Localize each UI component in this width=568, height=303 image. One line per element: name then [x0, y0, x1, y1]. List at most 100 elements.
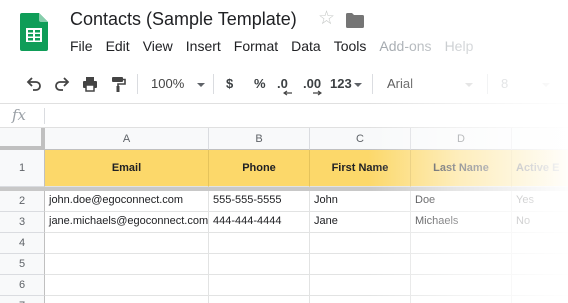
table-cell[interactable]: jane.michaels@egoconnect.com [45, 212, 209, 233]
table-cell[interactable] [310, 254, 411, 275]
table-cell[interactable] [411, 254, 512, 275]
header-cell-phone[interactable]: Phone [209, 150, 310, 187]
header-cell-last-name[interactable]: Last Name [411, 150, 512, 187]
table-cell[interactable] [45, 275, 209, 296]
row-header-6[interactable]: 6 [0, 275, 45, 296]
menu-file[interactable]: File [70, 38, 93, 54]
paint-format-button[interactable] [108, 74, 128, 94]
row-header-2[interactable]: 2 [0, 191, 45, 212]
chevron-down-icon [542, 82, 551, 87]
fx-icon: fx [12, 106, 27, 124]
row-header-7[interactable]: 7 [0, 296, 45, 303]
increase-decimals-button[interactable]: .00 [303, 74, 322, 96]
menu-addons[interactable]: Add-ons [379, 38, 431, 54]
sheets-logo-icon[interactable] [20, 13, 48, 51]
menu-edit[interactable]: Edit [106, 38, 130, 54]
zoom-select[interactable]: 100% [151, 74, 206, 94]
more-formats-label: 123 [330, 76, 352, 91]
font-value: Arial [387, 76, 414, 91]
star-icon[interactable]: ☆ [318, 9, 335, 28]
formula-bar: fx [0, 104, 568, 128]
table-cell[interactable]: John [310, 191, 411, 212]
more-formats-button[interactable]: 123 [330, 74, 362, 94]
table-cell[interactable]: Jane [310, 212, 411, 233]
select-all-corner[interactable] [0, 128, 45, 150]
formula-input[interactable] [52, 107, 552, 125]
undo-button[interactable] [24, 74, 44, 94]
header-cell-active[interactable]: Active E [512, 150, 568, 187]
document-title[interactable]: Contacts (Sample Template) [70, 9, 297, 30]
row-header-4[interactable]: 4 [0, 233, 45, 254]
table-cell[interactable] [310, 296, 411, 303]
table-cell[interactable] [45, 254, 209, 275]
decrease-decimals-button[interactable]: .0 [277, 74, 292, 96]
toolbar: 100% $ % .0 .00 123 Arial 8 [0, 64, 568, 104]
table-cell[interactable] [310, 233, 411, 254]
row-header-1[interactable]: 1 [0, 150, 45, 187]
undo-icon [26, 77, 41, 91]
table-cell[interactable] [45, 296, 209, 303]
chevron-down-icon [353, 82, 362, 87]
currency-format-button[interactable]: $ [226, 74, 233, 94]
column-header-c[interactable]: C [310, 128, 411, 150]
redo-icon [55, 77, 70, 91]
toolbar-divider [487, 74, 488, 94]
table-cell[interactable] [411, 233, 512, 254]
table-cell[interactable] [512, 296, 568, 303]
app-header: Contacts (Sample Template) ☆ File Edit V… [0, 0, 568, 64]
table-cell[interactable]: Yes [512, 191, 568, 212]
table-cell[interactable] [45, 233, 209, 254]
column-header-a[interactable]: A [45, 128, 209, 150]
row-header-3[interactable]: 3 [0, 212, 45, 233]
table-cell[interactable] [512, 233, 568, 254]
table-cell[interactable]: 555-555-5555 [209, 191, 310, 212]
table-cell[interactable] [209, 233, 310, 254]
increase-decimals-label: .00 [303, 76, 322, 91]
percent-format-button[interactable]: % [254, 74, 266, 94]
column-header-e[interactable] [512, 128, 568, 150]
table-cell[interactable]: Doe [411, 191, 512, 212]
toolbar-divider [137, 74, 138, 94]
toolbar-divider [213, 74, 214, 94]
header-cell-email[interactable]: Email [45, 150, 209, 187]
menu-format[interactable]: Format [234, 38, 278, 54]
chevron-down-icon [465, 82, 474, 87]
table-cell[interactable]: Michaels [411, 212, 512, 233]
table-cell[interactable]: john.doe@egoconnect.com [45, 191, 209, 212]
print-icon [83, 77, 97, 92]
row-header-5[interactable]: 5 [0, 254, 45, 275]
table-cell[interactable] [209, 254, 310, 275]
menu-data[interactable]: Data [291, 38, 321, 54]
table-cell[interactable] [209, 275, 310, 296]
chevron-down-icon [197, 82, 206, 87]
table-cell[interactable]: 444-444-4444 [209, 212, 310, 233]
decrease-decimals-label: .0 [277, 76, 288, 91]
table-cell[interactable] [512, 254, 568, 275]
header-cell-first-name[interactable]: First Name [310, 150, 411, 187]
zoom-value: 100% [151, 76, 185, 91]
font-size-value: 8 [501, 76, 509, 91]
font-select[interactable]: Arial [387, 74, 474, 94]
print-button[interactable] [80, 74, 100, 94]
column-header-b[interactable]: B [209, 128, 310, 150]
menu-view[interactable]: View [143, 38, 173, 54]
table-cell[interactable] [310, 275, 411, 296]
table-cell[interactable] [512, 275, 568, 296]
folder-icon[interactable] [346, 13, 364, 28]
formula-divider [44, 108, 45, 124]
font-size-select[interactable]: 8 [501, 74, 551, 94]
menu-help[interactable]: Help [445, 38, 474, 54]
table-cell[interactable] [209, 296, 310, 303]
menu-tools[interactable]: Tools [334, 38, 367, 54]
toolbar-divider [372, 74, 373, 94]
table-cell[interactable] [411, 275, 512, 296]
table-cell[interactable] [411, 296, 512, 303]
menu-insert[interactable]: Insert [186, 38, 221, 54]
menu-bar: File Edit View Insert Format Data Tools … [70, 38, 486, 54]
redo-button[interactable] [52, 74, 72, 94]
table-cell[interactable]: No [512, 212, 568, 233]
paint-format-icon [112, 77, 126, 92]
arrow-left-icon [283, 90, 292, 96]
column-header-d[interactable]: D [411, 128, 512, 150]
sheet-grid: A B C D 1 2 3 4 5 6 7 Email Phone First … [0, 128, 568, 303]
